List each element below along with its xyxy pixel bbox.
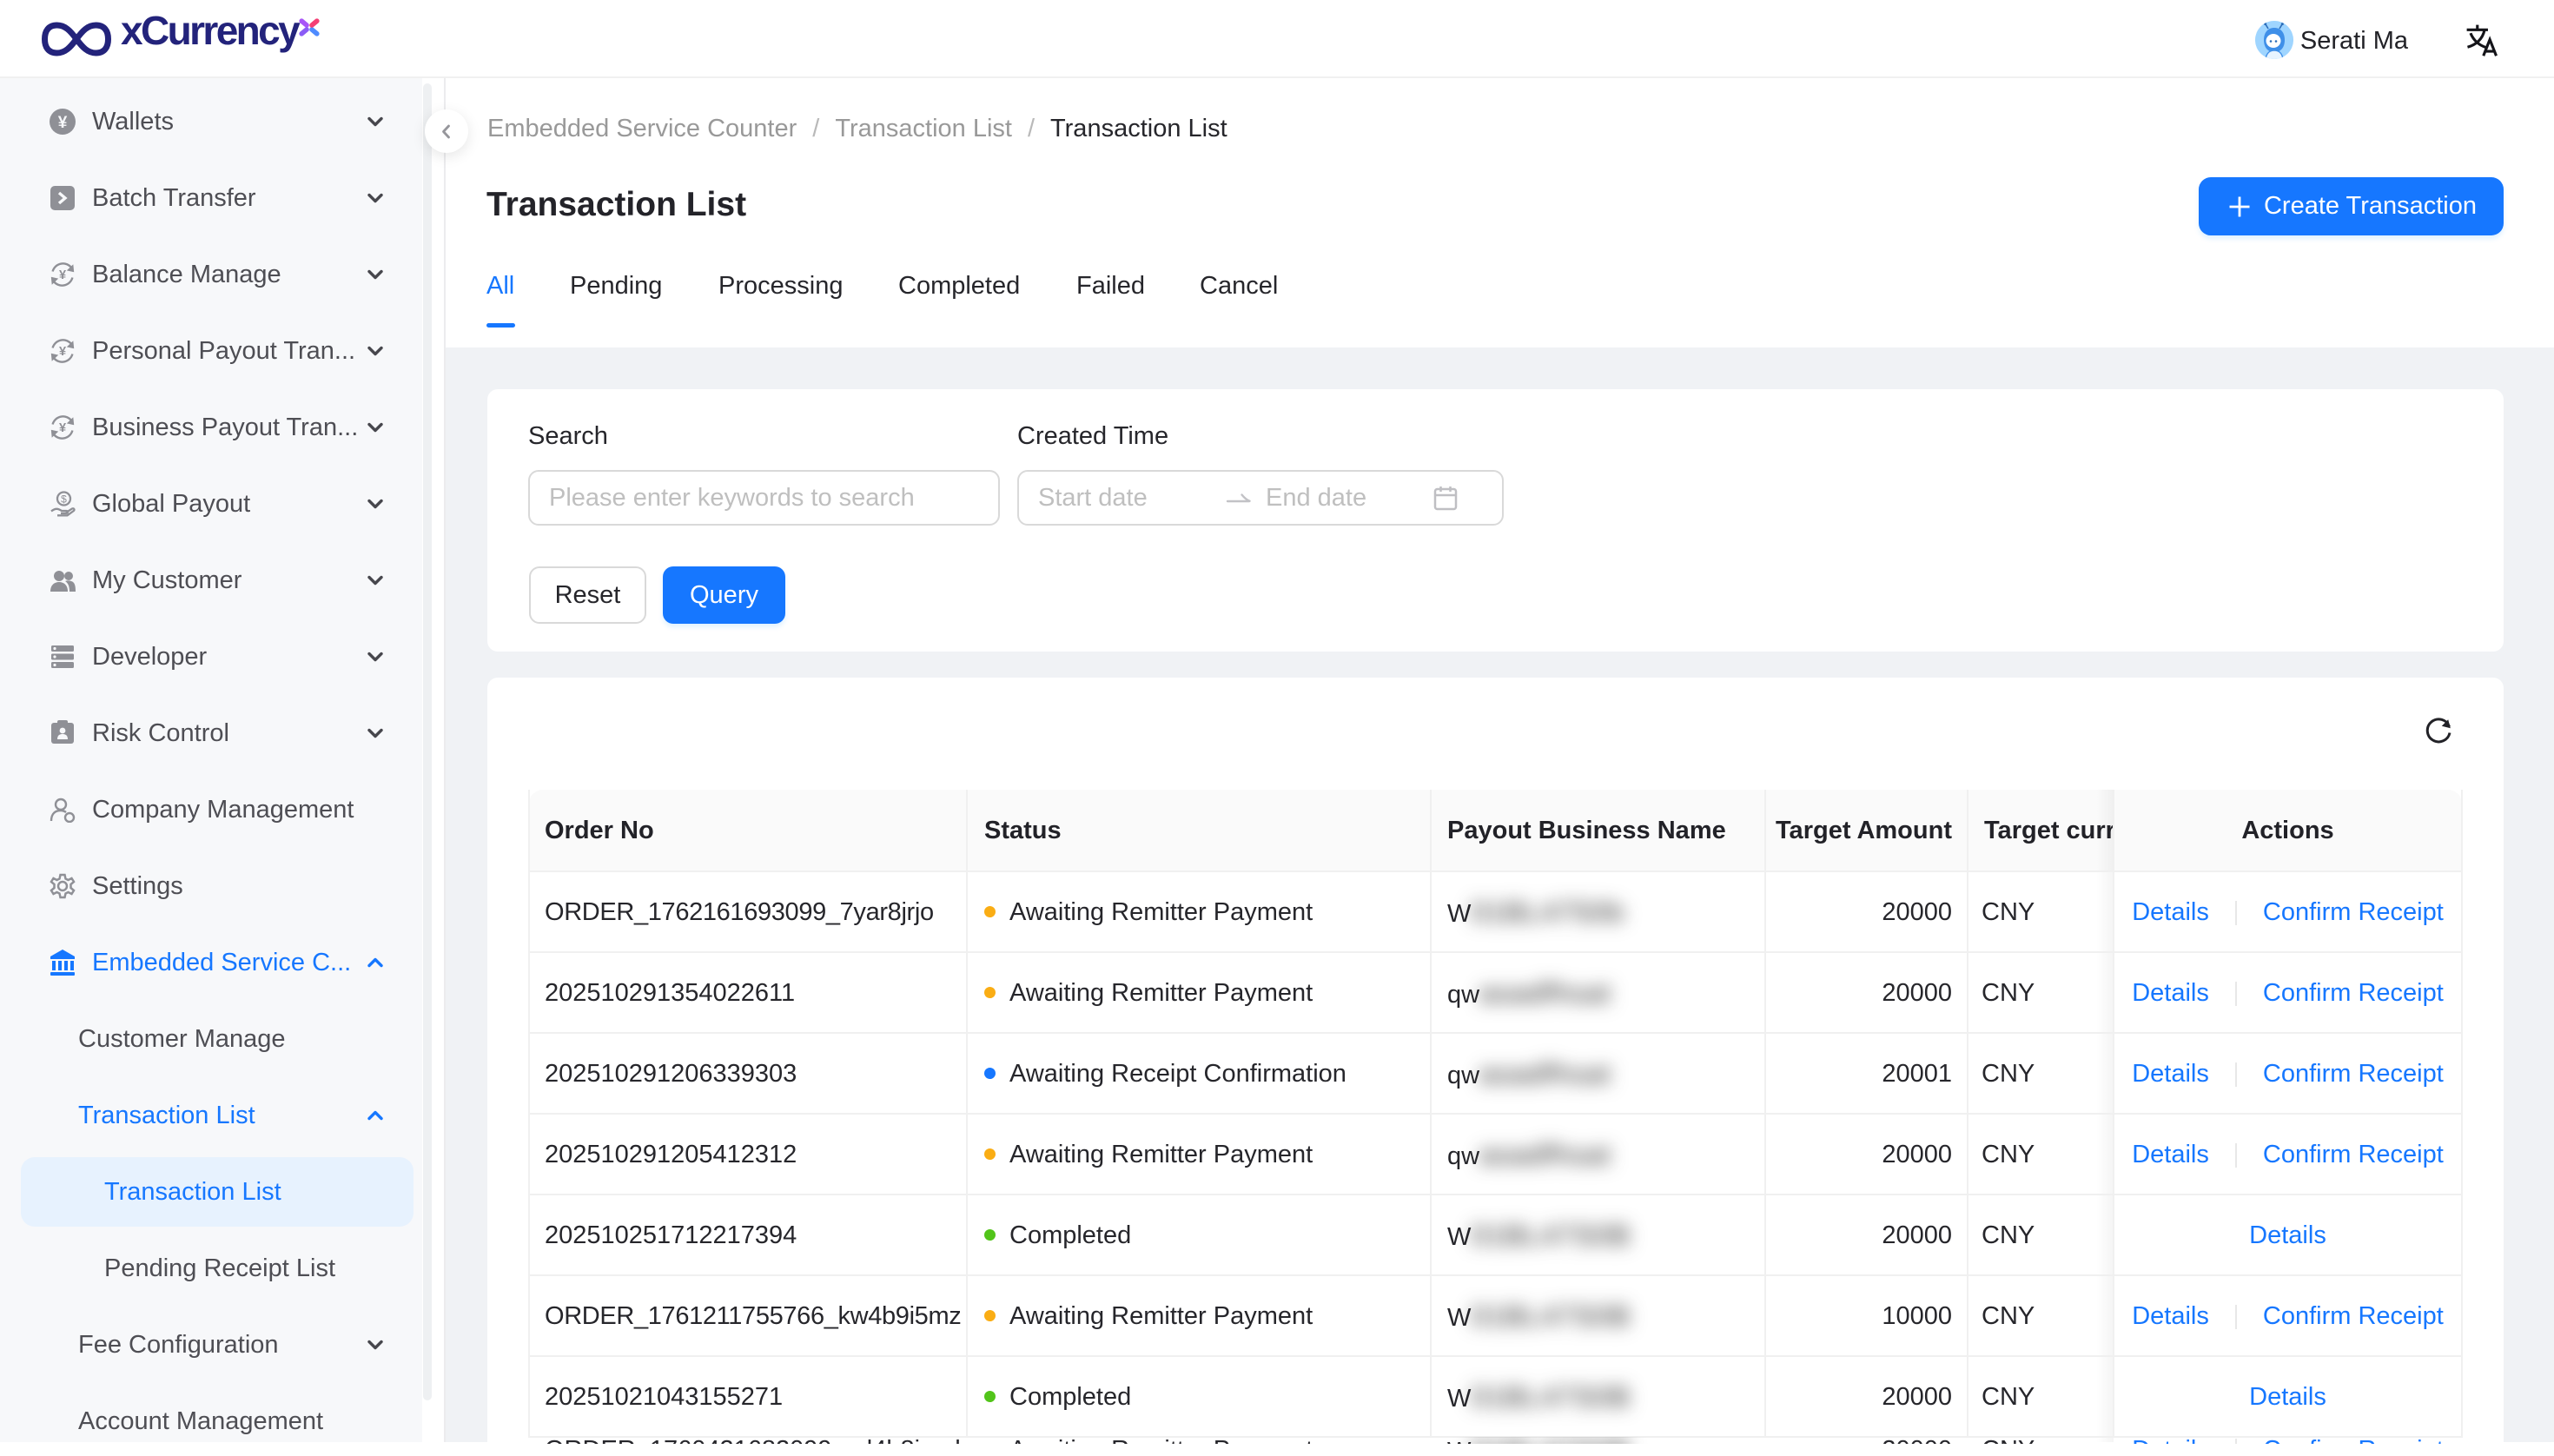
svg-text:¥: ¥	[59, 345, 66, 359]
svg-text:¥: ¥	[59, 421, 66, 435]
svg-text:$: $	[61, 493, 67, 506]
svg-text:¥: ¥	[59, 268, 66, 282]
svg-text:¥: ¥	[58, 114, 68, 132]
